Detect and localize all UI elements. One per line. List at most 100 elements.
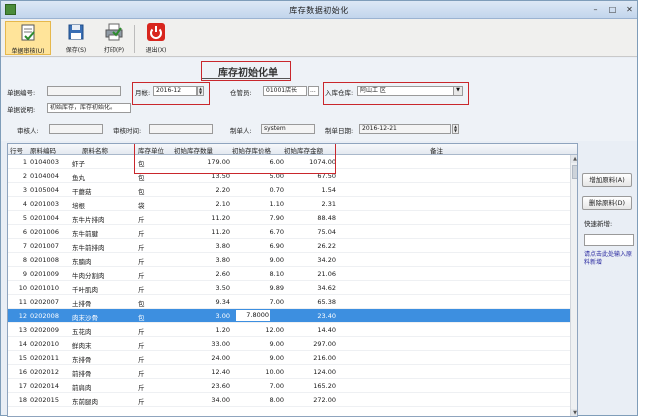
cell-code[interactable]: 0201006: [30, 228, 70, 236]
scroll-up-icon[interactable]: ▲: [571, 155, 577, 163]
cell-no[interactable]: 2: [9, 172, 27, 180]
maker-field[interactable]: system: [261, 124, 315, 134]
cell-no[interactable]: 6: [9, 228, 27, 236]
cell-amount[interactable]: 34.62: [286, 284, 336, 292]
cell-code[interactable]: 0104003: [30, 158, 70, 166]
make-date-spinner[interactable]: ▲ ▼: [452, 124, 459, 134]
cell-name[interactable]: 肉末沙骨: [72, 312, 132, 322]
save-button[interactable]: 保存(S): [59, 21, 93, 55]
period-field[interactable]: 2016-12: [153, 86, 197, 96]
cell-no[interactable]: 11: [9, 298, 27, 306]
period-spinner[interactable]: ▲ ▼: [197, 86, 204, 96]
cell-qty[interactable]: 1.20: [174, 326, 230, 334]
col-header-code[interactable]: 原料编码: [30, 145, 56, 155]
maximize-button[interactable]: □: [604, 3, 621, 16]
cell-amount[interactable]: 88.48: [286, 214, 336, 222]
cell-code[interactable]: 0201010: [30, 284, 70, 292]
cell-qty[interactable]: 3.50: [174, 284, 230, 292]
cell-name[interactable]: 牛肉分割肉: [72, 270, 132, 280]
table-row[interactable]: 3 0105004 干蘑菇包 2.20 0.70 1.54: [8, 183, 570, 197]
cell-price[interactable]: 6.90: [234, 242, 284, 250]
cell-unit[interactable]: 斤: [138, 368, 168, 378]
cell-qty[interactable]: 3.00: [174, 312, 230, 320]
cell-unit[interactable]: 包: [138, 312, 168, 322]
cell-name[interactable]: 虾子: [72, 158, 132, 168]
table-row[interactable]: 6 0201006 东牛前腱斤 11.20 6.70 75.04: [8, 225, 570, 239]
cell-qty[interactable]: 11.20: [174, 214, 230, 222]
cell-no[interactable]: 5: [9, 214, 27, 222]
cell-no[interactable]: 16: [9, 368, 27, 376]
cell-price[interactable]: 1.10: [234, 200, 284, 208]
cell-qty[interactable]: 12.40: [174, 368, 230, 376]
cell-name[interactable]: 东牛片排肉: [72, 214, 132, 224]
cell-amount[interactable]: 216.00: [286, 354, 336, 362]
table-row[interactable]: 11 0202007 土排骨包 9.34 7.00 65.38: [8, 295, 570, 309]
cell-unit[interactable]: 包: [138, 186, 168, 196]
cell-price[interactable]: 6.70: [234, 228, 284, 236]
cell-no[interactable]: 1: [9, 158, 27, 166]
cell-amount[interactable]: 26.22: [286, 242, 336, 250]
cell-price-editor[interactable]: 7.8000: [236, 310, 270, 321]
cell-unit[interactable]: 斤: [138, 354, 168, 364]
table-row[interactable]: 16 0202012 前排骨斤 12.40 10.00 124.00: [8, 365, 570, 379]
cell-amount[interactable]: 23.40: [286, 312, 336, 320]
cell-code[interactable]: 0202015: [30, 396, 70, 404]
print-button[interactable]: 打印(P): [97, 21, 131, 55]
cell-unit[interactable]: 斤: [138, 396, 168, 406]
cell-name[interactable]: 千叶肌肉: [72, 284, 132, 294]
cell-no[interactable]: 3: [9, 186, 27, 194]
minimize-button[interactable]: –: [587, 3, 604, 16]
cell-no[interactable]: 17: [9, 382, 27, 390]
cell-no[interactable]: 14: [9, 340, 27, 348]
cell-amount[interactable]: 2.31: [286, 200, 336, 208]
table-row[interactable]: 14 0202010 鲜肉末斤 33.00 9.00 297.00: [8, 337, 570, 351]
cell-price[interactable]: 8.10: [234, 270, 284, 278]
cell-name[interactable]: 东腩肉: [72, 256, 132, 266]
cell-code[interactable]: 0201004: [30, 214, 70, 222]
table-row[interactable]: 12 0202008 肉末沙骨包 3.00 7.8000 23.40: [8, 309, 570, 323]
cell-price[interactable]: 9.00: [234, 256, 284, 264]
cell-price[interactable]: 7.00: [234, 298, 284, 306]
cell-amount[interactable]: 34.20: [286, 256, 336, 264]
scroll-down-icon[interactable]: ▼: [571, 409, 577, 416]
cell-qty[interactable]: 34.00: [174, 396, 230, 404]
cell-qty[interactable]: 3.80: [174, 242, 230, 250]
cell-code[interactable]: 0104004: [30, 172, 70, 180]
table-row[interactable]: 9 0201009 牛肉分割肉斤 2.60 8.10 21.06: [8, 267, 570, 281]
cell-code[interactable]: 0201008: [30, 256, 70, 264]
table-row[interactable]: 8 0201008 东腩肉斤 3.80 9.00 34.20: [8, 253, 570, 267]
cell-no[interactable]: 12: [9, 312, 27, 320]
cell-name[interactable]: 土排骨: [72, 298, 132, 308]
cell-price[interactable]: 12.00: [234, 326, 284, 334]
warehouse-select[interactable]: 阿山工 区 ▼: [357, 86, 463, 96]
cell-unit[interactable]: 斤: [138, 326, 168, 336]
cell-unit[interactable]: 斤: [138, 284, 168, 294]
cell-price[interactable]: 7.00: [234, 382, 284, 390]
cell-qty[interactable]: 2.60: [174, 270, 230, 278]
cell-name[interactable]: 前排骨: [72, 368, 132, 378]
cell-unit[interactable]: 斤: [138, 340, 168, 350]
cell-code[interactable]: 0105004: [30, 186, 70, 194]
table-row[interactable]: 5 0201004 东牛片排肉斤 11.20 7.90 88.48: [8, 211, 570, 225]
cell-code[interactable]: 0202008: [30, 312, 70, 320]
cell-name[interactable]: 东牛前排肉: [72, 242, 132, 252]
note-field[interactable]: 初始库存，库存初始化。: [47, 103, 131, 113]
cell-qty[interactable]: 24.00: [174, 354, 230, 362]
cell-code[interactable]: 0202009: [30, 326, 70, 334]
cell-unit[interactable]: 斤: [138, 382, 168, 392]
cell-no[interactable]: 18: [9, 396, 27, 404]
table-row[interactable]: 18 0202015 东前腿肉斤 34.00 8.00 272.00: [8, 393, 570, 407]
cell-name[interactable]: 东排骨: [72, 354, 132, 364]
cell-price[interactable]: 0.70: [234, 186, 284, 194]
cell-amount[interactable]: 297.00: [286, 340, 336, 348]
cell-code[interactable]: 0201003: [30, 200, 70, 208]
cell-code[interactable]: 0202014: [30, 382, 70, 390]
cell-unit[interactable]: 袋: [138, 200, 168, 210]
table-row[interactable]: 15 0202011 东排骨斤 24.00 9.00 216.00: [8, 351, 570, 365]
cell-code[interactable]: 0202011: [30, 354, 70, 362]
cell-name[interactable]: 鱼丸: [72, 172, 132, 182]
cell-no[interactable]: 10: [9, 284, 27, 292]
close-button[interactable]: ✕: [621, 3, 638, 16]
cell-amount[interactable]: 1.54: [286, 186, 336, 194]
cell-amount[interactable]: 165.20: [286, 382, 336, 390]
